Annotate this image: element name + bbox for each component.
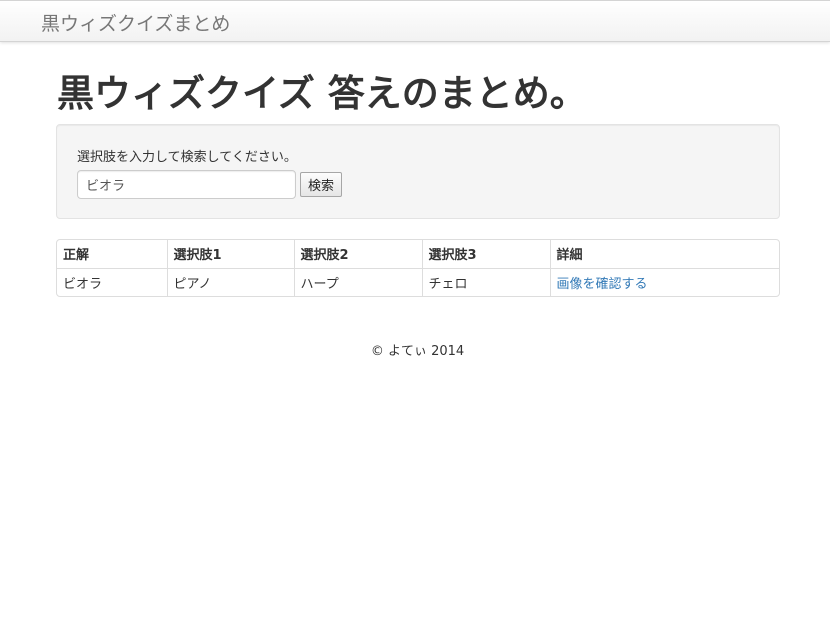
header-choice1: 選択肢1	[166, 240, 294, 268]
search-button[interactable]: 検索	[300, 172, 343, 197]
view-image-link[interactable]: 画像を確認する	[557, 277, 648, 292]
header-choice3: 選択肢3	[421, 240, 550, 268]
search-hint: 選択肢を入力して検索してください。	[77, 150, 297, 165]
navbar: 黒ウィズクイズまとめ	[0, 0, 830, 42]
cell-answer: ビオラ	[57, 267, 167, 296]
cell-choice1: ピアノ	[166, 267, 294, 296]
cell-choice3: チェロ	[421, 267, 550, 296]
page-title: 黒ウィズクイズ 答えのまとめ。	[57, 72, 587, 115]
header-choice2: 選択肢2	[293, 240, 422, 268]
search-panel: 選択肢を入力して検索してください。 検索	[56, 124, 780, 219]
cell-detail: 画像を確認する	[549, 267, 779, 296]
footer-copyright: © よてぃ 2014	[370, 344, 465, 359]
header-detail: 詳細	[549, 240, 779, 268]
table-header-row: 正解 選択肢1 選択肢2 選択肢3 詳細	[57, 240, 779, 268]
search-input[interactable]	[77, 170, 296, 199]
brand-link[interactable]: 黒ウィズクイズまとめ	[41, 9, 230, 36]
table-row: ビオラ ピアノ ハープ チェロ 画像を確認する	[57, 267, 779, 296]
cell-choice2: ハープ	[293, 267, 422, 296]
results-table: 正解 選択肢1 選択肢2 選択肢3 詳細 ビオラ ピアノ ハープ チェロ 画像を…	[56, 239, 780, 297]
header-answer: 正解	[63, 248, 90, 264]
